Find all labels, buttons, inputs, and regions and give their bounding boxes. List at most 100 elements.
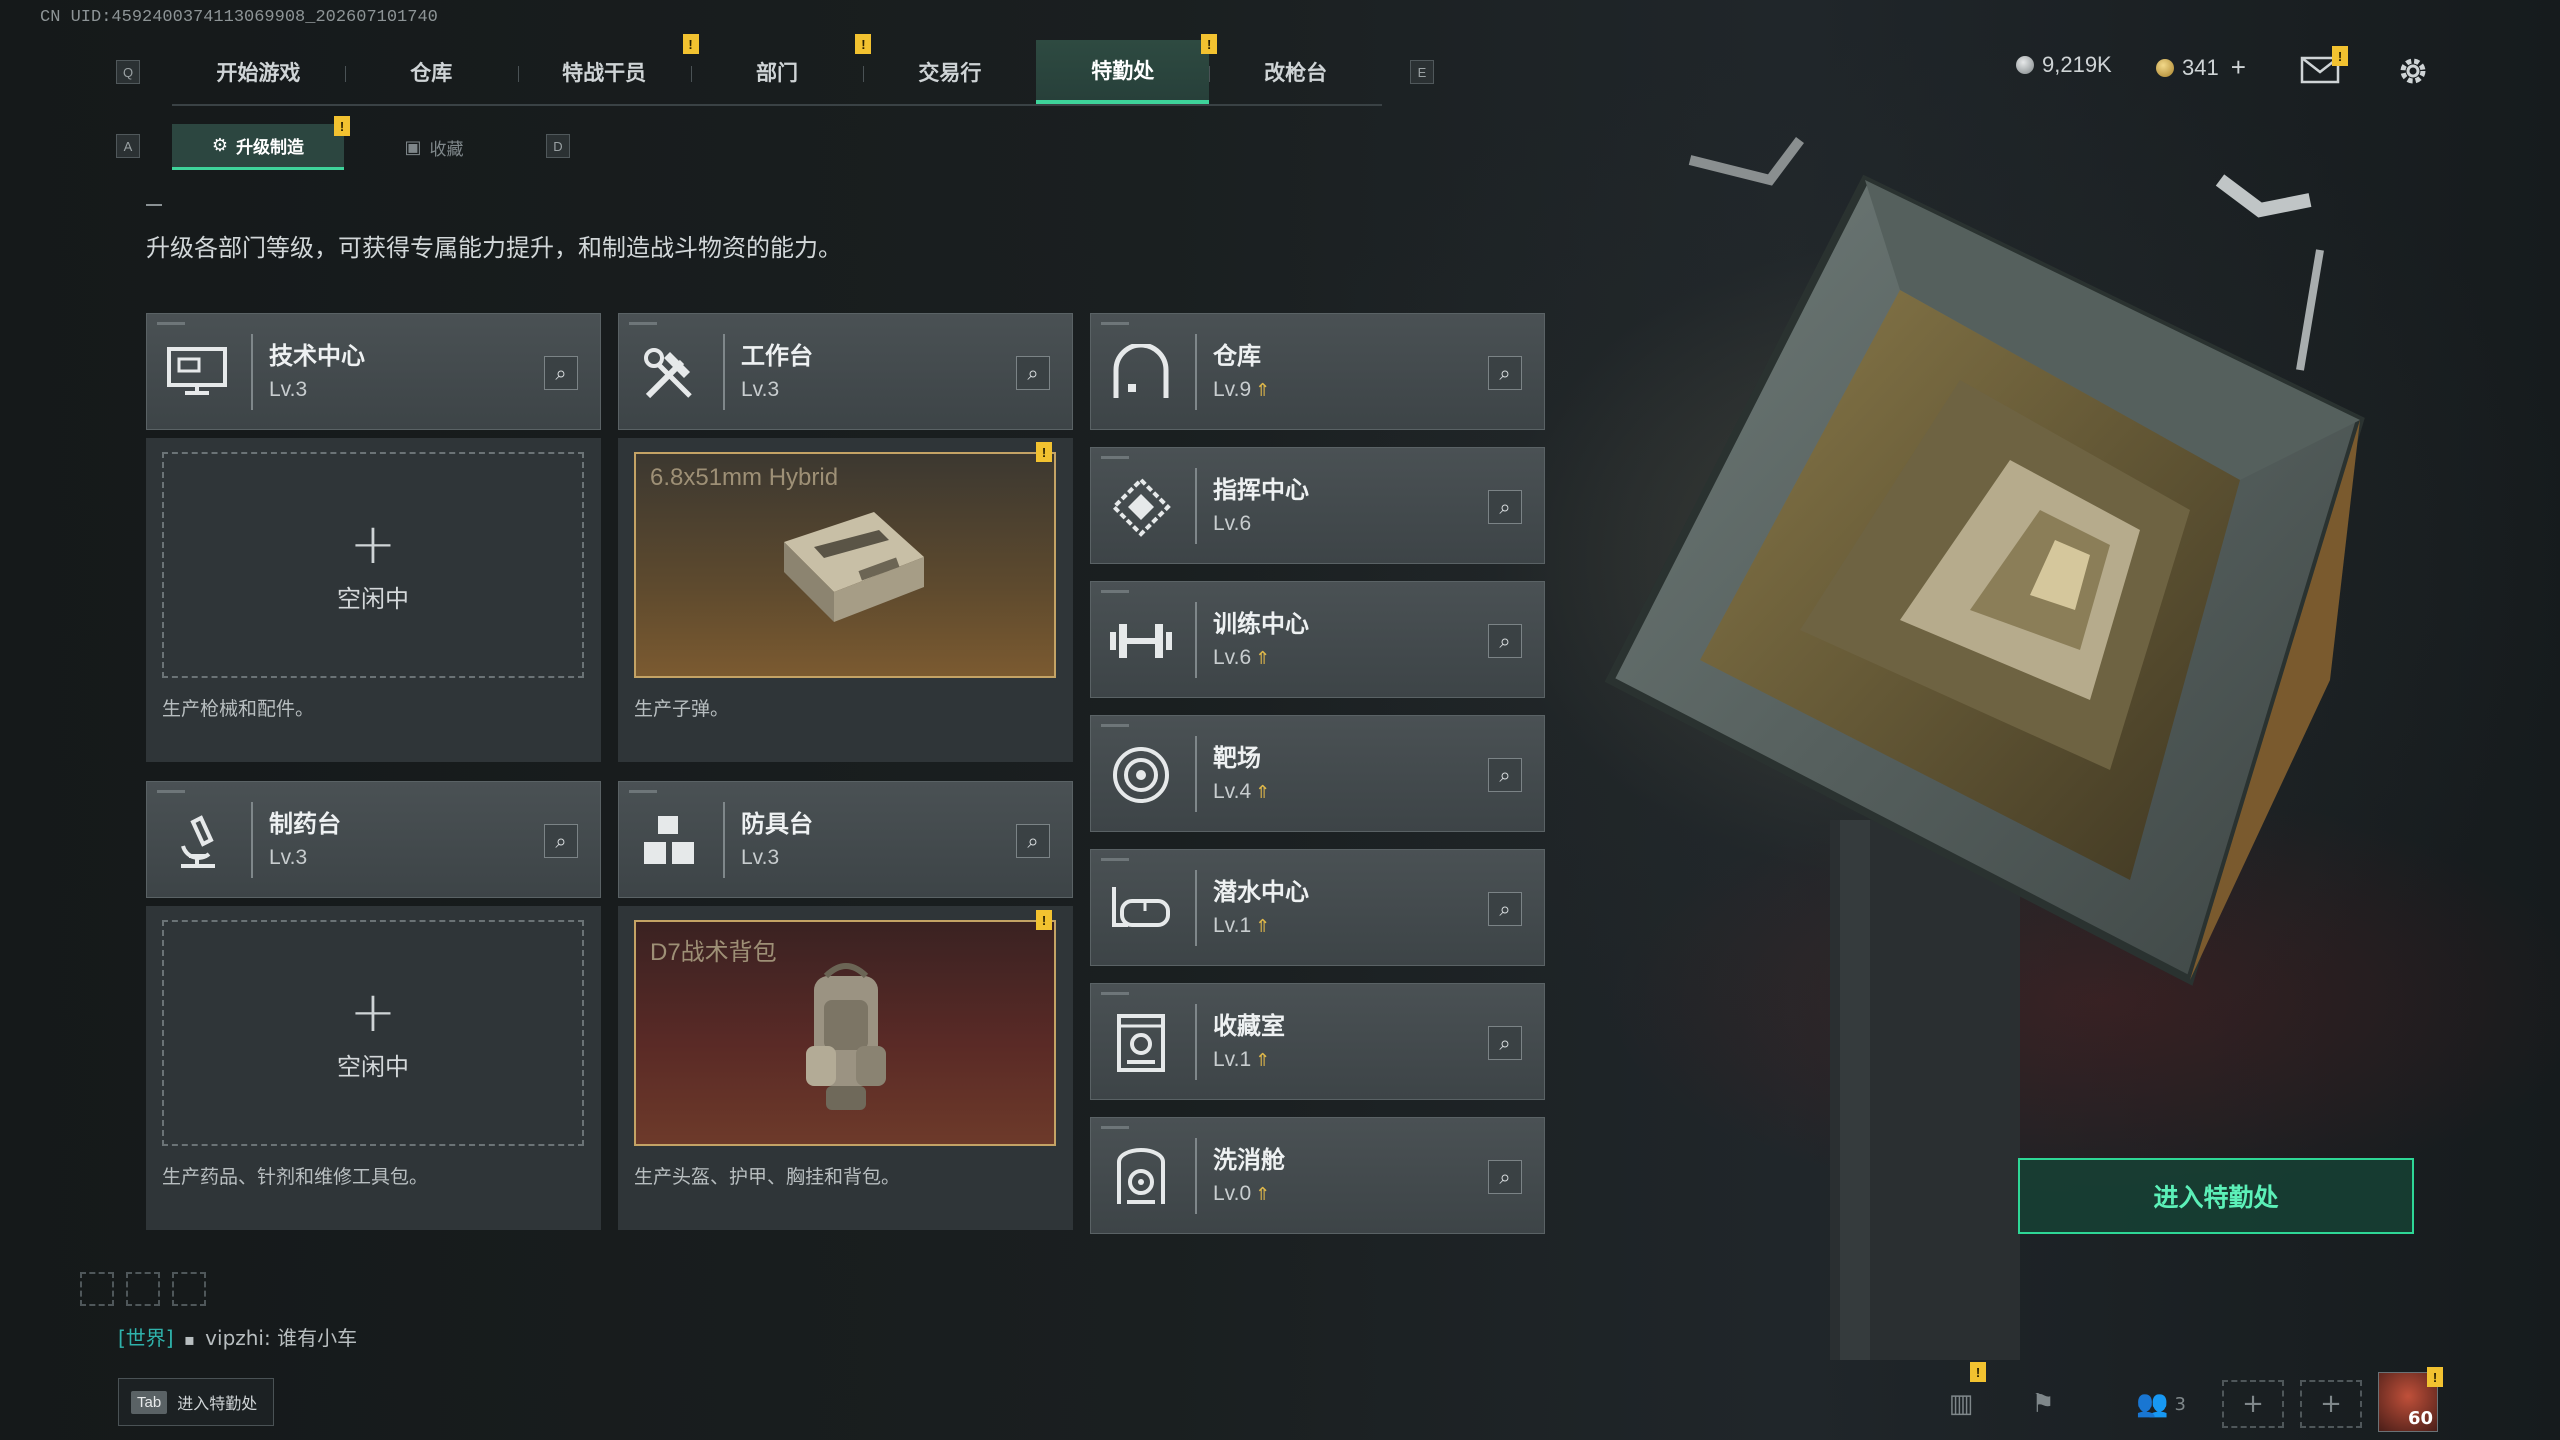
dept-name: 制药台	[269, 810, 341, 838]
card-marker	[1101, 590, 1129, 593]
settings-button[interactable]	[2396, 54, 2430, 88]
dept-card-decon-chamber[interactable]: 洗消舱 Lv.0 ⇑ ⌕	[1090, 1117, 1545, 1234]
card-marker	[629, 322, 657, 325]
backpack-icon	[806, 963, 886, 1110]
main-nav: 开始游戏 仓库 特战干员 ! 部门 ! 交易行 特勤处 ! 改枪台	[172, 34, 1382, 106]
dept-level: Lv.1	[1213, 1048, 1252, 1071]
mail-button[interactable]: !	[2300, 46, 2348, 88]
dept-level: Lv.6	[1213, 646, 1252, 669]
gold-amount: 341	[2182, 54, 2219, 80]
chat-colon: :	[264, 1326, 278, 1350]
idle-slot[interactable]: + 空闲中	[162, 452, 584, 678]
inspect-button[interactable]: ⌕	[1488, 1026, 1522, 1060]
squad-button[interactable]: 👥 3	[2116, 1380, 2206, 1428]
chat-expand-icon[interactable]	[80, 1272, 114, 1306]
dept-card-collection-room[interactable]: 收藏室 Lv.1 ⇑ ⌕	[1090, 983, 1545, 1100]
card-marker	[1101, 724, 1129, 727]
nav-prev-key[interactable]: Q	[116, 60, 140, 84]
upgrade-arrow-icon: ⇑	[1255, 648, 1271, 668]
search-icon: ⌕	[1499, 897, 1511, 921]
dept-card-command-center[interactable]: 指挥中心 Lv.6 ⌕	[1090, 447, 1545, 564]
crafting-item-name: 6.8x51mm Hybrid	[650, 464, 839, 491]
upgrade-arrow-icon: ⇑	[1255, 380, 1271, 400]
card-marker	[1101, 456, 1129, 459]
enter-special-ops-button[interactable]: 进入特勤处	[2018, 1158, 2414, 1234]
dept-name: 指挥中心	[1213, 476, 1309, 504]
alert-badge: !	[1036, 442, 1052, 462]
inspect-button[interactable]: ⌕	[1488, 892, 1522, 926]
workshop-note: 生产枪械和配件。	[162, 698, 315, 720]
add-gold-button[interactable]: +	[2231, 52, 2246, 83]
add-member-button-2[interactable]: +	[2300, 1380, 2362, 1428]
inspect-button[interactable]: ⌕	[1488, 624, 1522, 658]
stats-button[interactable]: ▥ !	[1930, 1362, 1992, 1428]
player-avatar[interactable]: ! 60	[2378, 1367, 2443, 1432]
subtab-collection[interactable]: ▣ 收藏	[350, 124, 518, 170]
chat-settings-icon[interactable]	[126, 1272, 160, 1306]
tab-trade[interactable]: 交易行	[863, 40, 1036, 104]
idle-slot[interactable]: + 空闲中	[162, 920, 584, 1146]
chat-filter-icon[interactable]	[172, 1272, 206, 1306]
subnav-prev-key[interactable]: A	[116, 134, 140, 158]
subnav-next-key[interactable]: D	[546, 134, 570, 158]
dept-name: 防具台	[741, 810, 813, 838]
tab-hint-button[interactable]: Tab 进入特勤处	[118, 1378, 274, 1426]
inspect-button[interactable]: ⌕	[1488, 758, 1522, 792]
crafting-slot[interactable]: 6.8x51mm Hybrid	[634, 452, 1056, 678]
tab-departments[interactable]: 部门 !	[690, 34, 872, 104]
crafting-slot[interactable]: D7战术背包	[634, 920, 1056, 1146]
dept-name: 收藏室	[1213, 1012, 1285, 1040]
dept-card-pharmacy[interactable]: 制药台 Lv.3 ⌕	[146, 781, 601, 898]
alert-badge: !	[1970, 1362, 1986, 1382]
dept-level-row: Lv.4 ⇑	[1213, 780, 1270, 804]
chat-user: vipzhi	[205, 1326, 264, 1350]
tab-gunsmith[interactable]: 改枪台	[1209, 40, 1382, 104]
nav-next-key[interactable]: E	[1410, 60, 1434, 84]
inspect-button[interactable]: ⌕	[1488, 356, 1522, 390]
inspect-button[interactable]: ⌕	[544, 824, 578, 858]
dept-name: 洗消舱	[1213, 1146, 1285, 1174]
card-separator	[1195, 1004, 1197, 1080]
silver-currency: 9,219K	[2016, 52, 2112, 78]
dept-card-warehouse[interactable]: 仓库 Lv.9 ⇑ ⌕	[1090, 313, 1545, 430]
card-separator	[1195, 602, 1197, 678]
chat-line[interactable]: [世界] ▪ vipzhi: 谁有小车	[118, 1322, 357, 1351]
dept-name: 靶场	[1213, 744, 1261, 772]
card-separator	[251, 802, 253, 878]
inspect-button[interactable]: ⌕	[544, 356, 578, 390]
collection-icon	[1105, 998, 1177, 1088]
dept-level-row: Lv.6 ⇑	[1213, 646, 1270, 670]
tab-warehouse[interactable]: 仓库	[344, 40, 518, 104]
flag-button[interactable]: ⚑	[2012, 1380, 2074, 1428]
inspect-button[interactable]: ⌕	[1016, 824, 1050, 858]
dept-name: 潜水中心	[1213, 878, 1309, 906]
alert-badge: !	[2332, 46, 2348, 66]
add-member-button-1[interactable]: +	[2222, 1380, 2284, 1428]
tab-operators[interactable]: 特战干员 !	[517, 34, 699, 104]
card-marker	[1101, 992, 1129, 995]
dept-card-workbench[interactable]: 工作台 Lv.3 ⌕	[618, 313, 1073, 430]
upgrade-arrow-icon: ⇑	[1255, 1184, 1271, 1204]
inspect-button[interactable]: ⌕	[1488, 490, 1522, 524]
plus-icon: +	[2320, 1389, 2342, 1419]
dept-card-diving-center[interactable]: 潜水中心 Lv.1 ⇑ ⌕	[1090, 849, 1545, 966]
workshop-panel-workbench: 6.8x51mm Hybrid ! 生产子弹。	[618, 438, 1073, 762]
dept-level: Lv.3	[741, 378, 780, 401]
slot-status: 空闲中	[337, 584, 409, 613]
dept-level: Lv.9	[1213, 378, 1252, 401]
search-icon: ⌕	[1499, 1031, 1511, 1055]
workshop-note: 生产药品、针剂和维修工具包。	[162, 1166, 429, 1188]
dept-card-training-center[interactable]: 训练中心 Lv.6 ⇑ ⌕	[1090, 581, 1545, 698]
tab-special-ops[interactable]: 特勤处 !	[1036, 34, 1218, 104]
search-icon: ⌕	[1499, 1165, 1511, 1189]
dept-card-shooting-range[interactable]: 靶场 Lv.4 ⇑ ⌕	[1090, 715, 1545, 832]
dept-card-armor-bench[interactable]: 防具台 Lv.3 ⌕	[618, 781, 1073, 898]
inspect-button[interactable]: ⌕	[1488, 1160, 1522, 1194]
card-separator	[1195, 736, 1197, 812]
inspect-button[interactable]: ⌕	[1016, 356, 1050, 390]
card-marker	[157, 790, 185, 793]
tab-start-game[interactable]: 开始游戏	[172, 40, 345, 104]
subtab-upgrade-craft[interactable]: ⚙ 升级制造 !	[172, 116, 350, 170]
dept-card-tech-center[interactable]: 技术中心 Lv.3 ⌕	[146, 313, 601, 430]
subtab-label: 升级制造	[236, 138, 305, 158]
